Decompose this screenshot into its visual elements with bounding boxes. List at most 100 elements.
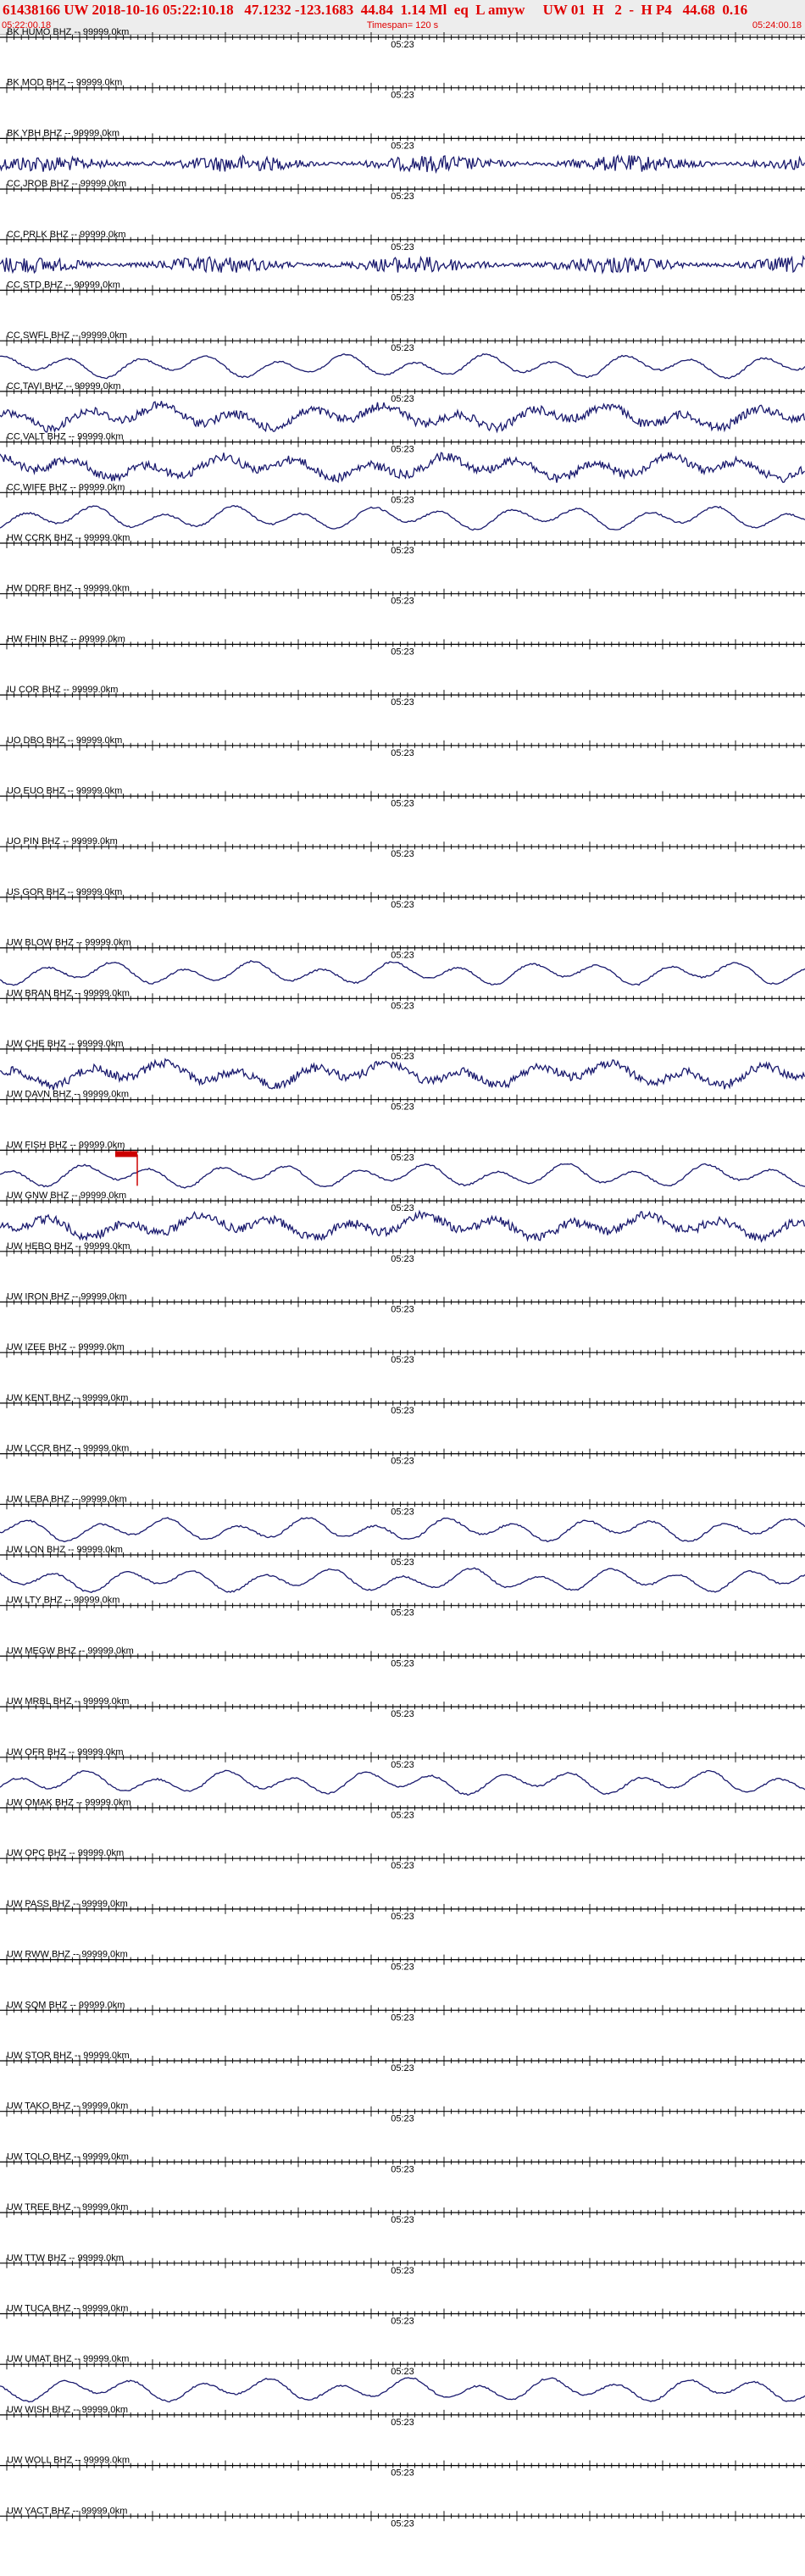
station-label: BK HUMO BHZ -- 99999.0km [7,27,129,37]
station-label: UW TUCA BHZ -- 99999.0km [7,2304,128,2314]
time-label: 05:23 [391,1760,414,1770]
station-label: UW UMAT BHZ -- 99999.0km [7,2354,129,2364]
time-label: 05:23 [391,1457,414,1467]
station-label: UW TTW BHZ -- 99999.0km [7,2253,124,2263]
station-label: UW BLOW BHZ -- 99999.0km [7,938,131,948]
time-label: 05:23 [391,1963,414,1973]
time-label: 05:23 [391,91,414,101]
seismogram-trace [0,959,805,986]
station-label: UO DBO BHZ -- 99999.0km [7,736,122,746]
time-label: 05:23 [391,1912,414,1922]
seismogram-trace [0,1517,805,1543]
station-label: UW DAVN BHZ -- 99999.0km [7,1090,129,1100]
time-label: 05:23 [391,1152,414,1163]
station-label: UW TAKO BHZ -- 99999.0km [7,2101,128,2112]
station-label: UW LCCR BHZ -- 99999.0km [7,1444,129,1454]
time-label: 05:23 [391,2468,414,2479]
station-label: UW BRAN BHZ -- 99999.0km [7,988,130,998]
station-label: CC SWFL BHZ -- 99999.0km [7,330,127,341]
seismogram-trace [0,1567,805,1594]
seismogram-trace [0,401,805,434]
station-label: UW IZEE BHZ -- 99999.0km [7,1342,125,1352]
station-label: UW OMAK BHZ -- 99999.0km [7,1798,131,1808]
station-label: HW FHIN BHZ -- 99999.0km [7,634,125,644]
time-label: 05:23 [391,1254,414,1264]
seismogram-trace [0,451,805,484]
seismogram-trace [0,1209,805,1243]
station-label: UW SQM BHZ -- 99999.0km [7,2000,125,2010]
time-label: 05:23 [391,1709,414,1719]
time-label: 05:23 [391,748,414,758]
time-label: 05:23 [391,2418,414,2428]
time-label: 05:23 [391,445,414,455]
time-label: 05:23 [391,597,414,607]
time-label: 05:23 [391,2367,414,2377]
time-label: 05:23 [391,242,414,253]
time-label: 05:23 [391,2012,414,2023]
time-label: 05:23 [391,293,414,303]
station-label: CC WIFE BHZ -- 99999.0km [7,482,125,492]
time-label: 05:23 [391,697,414,708]
station-label: CC TAVI BHZ -- 99999.0km [7,381,120,391]
station-label: UW STOR BHZ -- 99999.0km [7,2051,130,2061]
station-label: US GOR BHZ -- 99999.0km [7,887,122,897]
time-label: 05:23 [391,1658,414,1668]
seismogram-trace [0,1058,805,1091]
station-label: UW TOLO BHZ -- 99999.0km [7,2151,129,2162]
time-label: 05:23 [391,192,414,202]
time-label: 05:23 [391,1355,414,1365]
time-label: 05:23 [391,343,414,353]
time-label: 05:23 [391,141,414,151]
station-label: UW WOLL BHZ -- 99999.0km [7,2456,130,2466]
seismogram-panel: 05:23 BK HUMO BHZ -- 99999.0km 05:23 BK MOD… [0,27,805,2529]
time-label: 05:23 [391,2114,414,2124]
station-label: HW CCRK BHZ -- 99999.0km [7,533,130,543]
time-label: 05:23 [391,647,414,657]
station-label: UO PIN BHZ -- 99999.0km [7,836,118,847]
station-label: UW LON BHZ -- 99999.0km [7,1545,123,1555]
station-label: UW OFR BHZ -- 99999.0km [7,1747,124,1757]
station-label: CC VALT BHZ -- 99999.0km [7,432,124,442]
time-label: 05:23 [391,546,414,556]
time-label: 05:23 [391,1102,414,1113]
station-label: UW HEBO BHZ -- 99999.0km [7,1241,130,1252]
seismogram-trace [0,153,805,175]
time-label: 05:23 [391,1557,414,1568]
station-label: BK MOD BHZ -- 99999.0km [7,78,122,88]
time-label: 05:23 [391,1608,414,1618]
station-label: UO EUO BHZ -- 99999.0km [7,786,122,797]
station-label: UW LTY BHZ -- 99999.0km [7,1596,119,1606]
time-label: 05:23 [391,40,414,50]
time-label: 05:23 [391,2266,414,2276]
station-label: UW CHE BHZ -- 99999.0km [7,1039,124,1049]
seismogram-trace [0,254,805,275]
station-label: CC JROB BHZ -- 99999.0km [7,179,126,189]
station-label: BK YBH BHZ -- 99999.0km [7,128,119,138]
time-label: 05:23 [391,951,414,961]
seismogram-trace [0,353,805,380]
time-label: 05:23 [391,2063,414,2074]
time-label: 05:23 [391,1305,414,1315]
time-label: 05:23 [391,394,414,404]
station-label: UW TREE BHZ -- 99999.0km [7,2202,128,2212]
time-label: 05:23 [391,495,414,505]
time-label: 05:23 [391,849,414,859]
time-label: 05:23 [391,1001,414,1011]
time-label: 05:23 [391,1203,414,1213]
station-label: CC PRLK BHZ -- 99999.0km [7,230,126,240]
station-label: UW KENT BHZ -- 99999.0km [7,1393,128,1403]
time-label: 05:23 [391,2164,414,2174]
station-label: UW OPC BHZ -- 99999.0km [7,1848,124,1858]
time-label: 05:23 [391,1052,414,1062]
station-label: HW DDRF BHZ -- 99999.0km [7,584,130,594]
time-label: 05:23 [391,2317,414,2327]
station-label: UW IRON BHZ -- 99999.0km [7,1292,127,1302]
time-label: 05:23 [391,1406,414,1416]
time-label: 05:23 [391,900,414,910]
station-label: UW MRBL BHZ -- 99999.0km [7,1696,129,1707]
seismogram-trace [0,2377,805,2403]
station-label: UW RWW BHZ -- 99999.0km [7,1950,128,1960]
time-label: 05:23 [391,2518,414,2529]
seismogram-trace [0,1163,805,1189]
station-label: IU COR BHZ -- 99999.0km [7,685,118,695]
